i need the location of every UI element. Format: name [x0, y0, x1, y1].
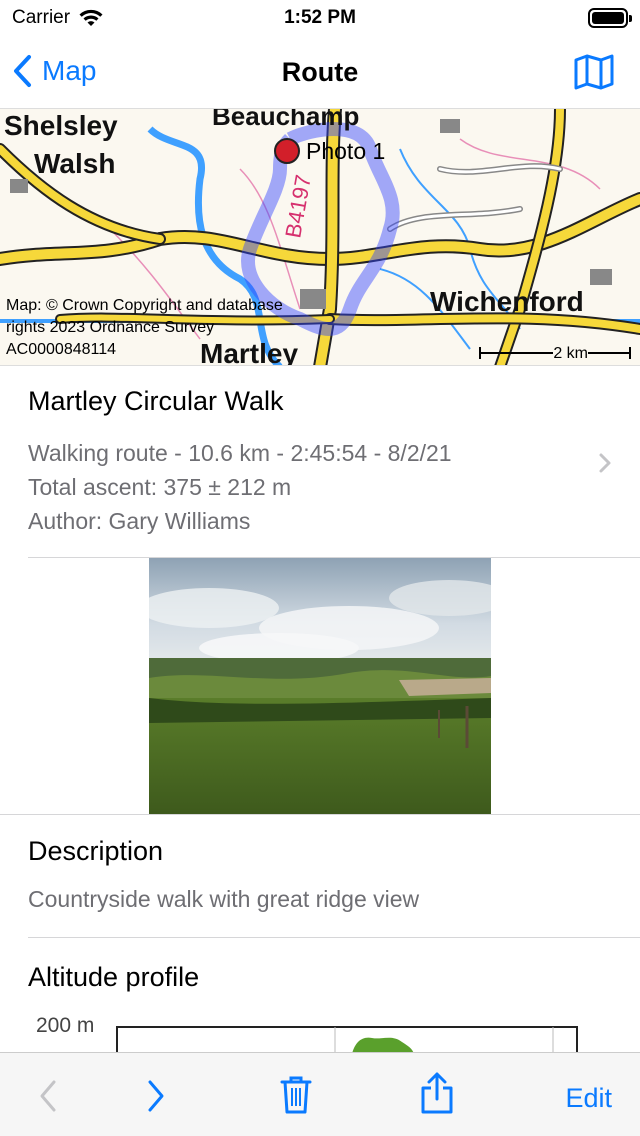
- map-credit: Map: © Crown Copyright and database righ…: [6, 297, 283, 358]
- navigation-bar: Map Route: [0, 40, 640, 108]
- route-summary: Walking route - 10.6 km - 2:45:54 - 8/2/…: [28, 440, 452, 466]
- map-place-label: Shelsley: [4, 110, 118, 141]
- bottom-toolbar: Edit: [0, 1052, 640, 1136]
- altitude-title: Altitude profile: [28, 962, 200, 992]
- route-title: Martley Circular Walk: [28, 386, 284, 416]
- map-place-label: Beauchamp: [212, 109, 359, 131]
- previous-icon[interactable]: [38, 1079, 58, 1113]
- route-map[interactable]: Shelsley Walsh Beauchamp Wichenford Mart…: [0, 108, 640, 366]
- battery-icon: [588, 8, 632, 28]
- route-photo[interactable]: [149, 558, 491, 814]
- map-icon: [574, 54, 614, 90]
- route-details[interactable]: Walking route - 10.6 km - 2:45:54 - 8/2/…: [28, 436, 640, 538]
- route-ascent: Total ascent: 375 ± 212 m: [28, 474, 292, 500]
- photo-marker-label: Photo 1: [306, 138, 385, 164]
- route-author: Author: Gary Williams: [28, 508, 251, 534]
- status-bar: Carrier 1:52 PM: [0, 0, 640, 40]
- share-icon[interactable]: [420, 1071, 454, 1115]
- description-title: Description: [28, 836, 164, 866]
- divider: [0, 814, 640, 815]
- altitude-chart: [116, 1026, 578, 1054]
- map-place-label: Wichenford: [430, 286, 584, 317]
- trash-icon[interactable]: [279, 1075, 313, 1115]
- map-scale: 2 km: [553, 345, 588, 363]
- map-button[interactable]: [574, 54, 614, 95]
- divider: [28, 937, 640, 938]
- page-title: Route: [281, 57, 359, 87]
- edit-button[interactable]: Edit: [565, 1083, 612, 1114]
- photo-marker-icon: [274, 138, 300, 164]
- landscape-photo: [149, 558, 491, 814]
- map-place-label: Walsh: [34, 148, 115, 179]
- description-text: Countryside walk with great ridge view: [28, 886, 420, 912]
- chevron-right-icon[interactable]: [598, 452, 612, 474]
- status-time: 1:52 PM: [284, 7, 356, 28]
- next-icon[interactable]: [146, 1079, 166, 1113]
